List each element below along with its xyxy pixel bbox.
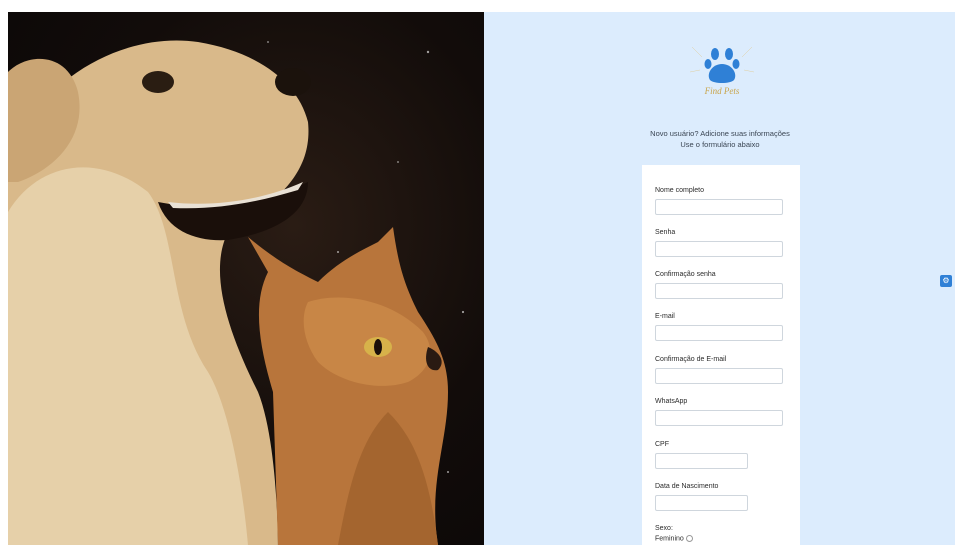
confirmacao-email-input[interactable] xyxy=(655,368,783,384)
senha-input[interactable] xyxy=(655,241,783,257)
signup-form: Nome completo Senha Confirmação senha E-… xyxy=(642,165,800,545)
feminino-label: Feminino xyxy=(655,535,684,543)
logo-text: Find Pets xyxy=(704,86,740,96)
label-sexo: Sexo: xyxy=(655,525,673,532)
intro-line-2: Use o formulário abaixo xyxy=(680,140,760,149)
label-cpf: CPF xyxy=(655,441,669,448)
find-pets-logo: Find Pets xyxy=(682,42,762,112)
dog-and-cat-illustration xyxy=(8,40,465,545)
whatsapp-input[interactable] xyxy=(655,410,783,426)
side-floating-button[interactable]: ⚙ xyxy=(940,275,952,287)
hero-pet-image xyxy=(8,12,484,545)
label-confirmacao-senha: Confirmação senha xyxy=(655,271,716,278)
cpf-input[interactable] xyxy=(655,453,748,469)
data-nascimento-input[interactable] xyxy=(655,495,748,511)
label-email: E-mail xyxy=(655,313,675,320)
label-data-nascimento: Data de Nascimento xyxy=(655,483,719,490)
nome-completo-input[interactable] xyxy=(655,199,783,215)
confirmacao-senha-input[interactable] xyxy=(655,283,783,299)
intro-line-1: Novo usuário? Adicione suas informações xyxy=(650,129,790,138)
label-nome-completo: Nome completo xyxy=(655,187,705,194)
label-senha: Senha xyxy=(655,229,676,236)
gear-icon: ⚙ xyxy=(942,276,950,285)
email-input[interactable] xyxy=(655,325,783,341)
label-whatsapp: WhatsApp xyxy=(655,398,688,405)
signup-panel: Find Pets Novo usuário? Adicione suas in… xyxy=(484,12,955,545)
feminino-radio[interactable] xyxy=(685,535,693,542)
intro-text: Novo usuário? Adicione suas informações … xyxy=(594,128,846,150)
option-feminino[interactable]: Feminino xyxy=(655,535,693,542)
label-confirmacao-email: Confirmação de E-mail xyxy=(655,356,727,363)
paw-icon xyxy=(689,46,755,83)
